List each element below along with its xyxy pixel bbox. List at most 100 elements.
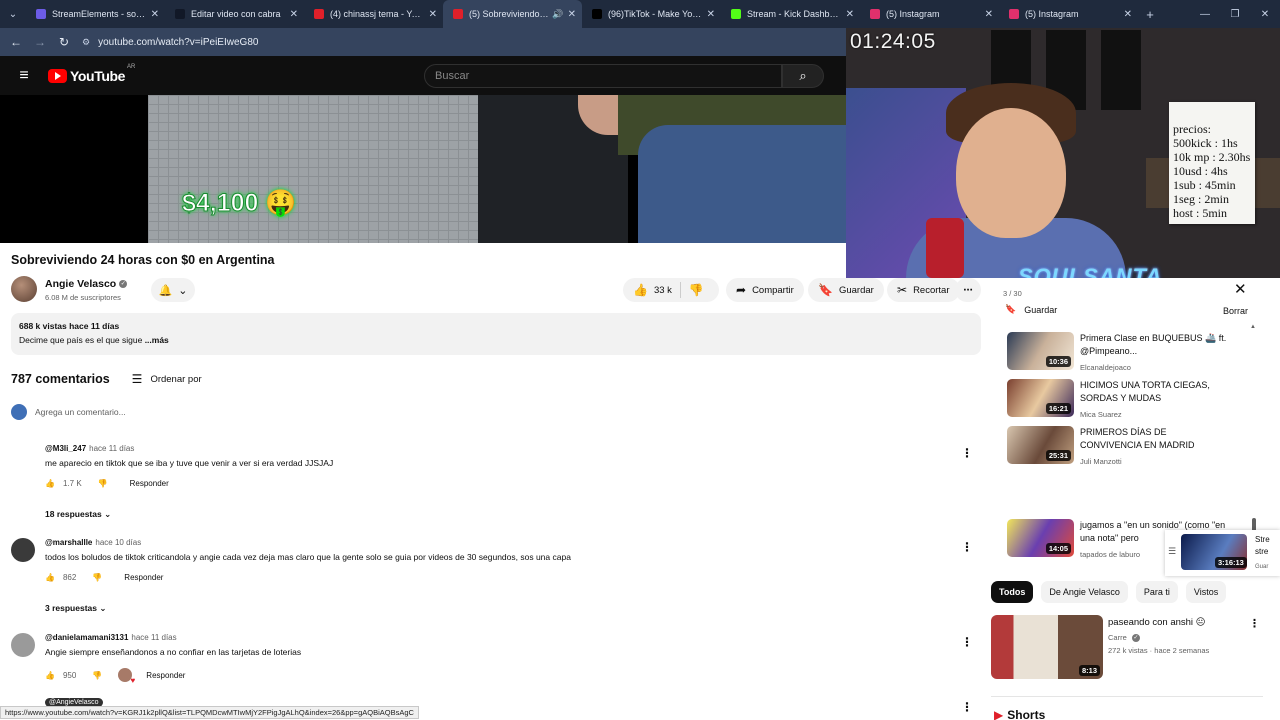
share-button[interactable]: ➦ Compartir xyxy=(726,278,804,302)
close-window-icon[interactable]: ✕ xyxy=(1250,9,1280,20)
like-icon[interactable]: 👍 xyxy=(633,283,648,297)
browser-tab[interactable]: (5) Sobreviviendo 24 h🔊 ✕ xyxy=(443,0,582,28)
playlist-panel: 3 / 30 ✕ 🔖 Guardar Borrar ▲ 10:36 Primera… xyxy=(991,278,1263,570)
playlist-item[interactable]: 16:21 HICIMOS UNA TORTA CIEGAS, SORDAS Y… xyxy=(1007,379,1257,421)
back-button[interactable]: ← xyxy=(4,35,28,49)
new-tab-button[interactable]: + xyxy=(1138,7,1162,22)
close-tab-icon[interactable]: ✕ xyxy=(707,9,715,20)
close-icon[interactable]: ✕ xyxy=(1234,280,1247,298)
commenter-avatar[interactable] xyxy=(11,538,35,562)
author-handle: @danielamamani3131 xyxy=(45,633,129,642)
channel-name[interactable]: Angie Velasco ✓ xyxy=(45,278,128,290)
commenter-avatar[interactable] xyxy=(11,444,35,468)
browser-tab[interactable]: (5) Instagram ✕ xyxy=(999,0,1138,28)
show-more-link[interactable]: ...más xyxy=(145,335,169,345)
reply-button[interactable]: Responder xyxy=(124,573,163,582)
recommended-menu-icon[interactable]: ⋮ xyxy=(1249,617,1260,630)
close-tab-icon[interactable]: ✕ xyxy=(568,9,576,20)
views-and-date: 688 k vistas hace 11 días xyxy=(19,321,120,331)
preview-title-line2: stre xyxy=(1255,547,1269,556)
reply-button[interactable]: Responder xyxy=(146,671,185,680)
like-icon[interactable]: 👍 xyxy=(45,479,55,488)
chip-all[interactable]: Todos xyxy=(991,581,1034,603)
close-tab-icon[interactable]: ✕ xyxy=(1124,9,1132,20)
microphone xyxy=(926,218,964,278)
comment-actions: 👍 862 👎 Responder xyxy=(45,573,163,582)
tab-title: (96)TikTok - Make Your D xyxy=(608,9,703,19)
comments-header: 787 comentarios ☰ Ordenar por xyxy=(11,372,202,386)
audio-playing-icon[interactable]: 🔊 xyxy=(552,9,563,20)
tab-search-icon[interactable]: ⌄ xyxy=(0,0,26,28)
comment-input[interactable]: Agrega un comentario... xyxy=(35,407,126,417)
like-icon[interactable]: 👍 xyxy=(45,671,55,680)
chevron-down-icon: ⌄ xyxy=(178,284,188,297)
dislike-icon[interactable]: 👎 xyxy=(92,671,102,680)
sort-button[interactable]: ☰ Ordenar por xyxy=(132,372,202,386)
commenter-avatar[interactable] xyxy=(11,633,35,657)
browser-tab[interactable]: StreamElements - soulsan ✕ xyxy=(26,0,165,28)
close-tab-icon[interactable]: ✕ xyxy=(846,9,854,20)
dislike-icon[interactable]: 👎 xyxy=(98,479,108,488)
show-replies-button[interactable]: 18 respuestas ⌄ xyxy=(45,509,111,520)
recommended-video[interactable]: 8:13 paseando con anshi 😐 Carre ✓ 272 k … xyxy=(991,615,1263,681)
reply-button[interactable]: Responder xyxy=(130,479,169,488)
url-text: youtube.com/watch?v=iPeiEIweG80 xyxy=(98,36,259,48)
shorts-icon: ▶ xyxy=(994,708,1004,720)
comment-menu-icon[interactable]: ⋮ xyxy=(961,700,973,714)
like-count[interactable]: 33 k xyxy=(654,285,672,296)
video-owner-row: Angie Velasco ✓ 6.08 M de suscriptores 🔔 ⌄… xyxy=(11,276,981,306)
url-field[interactable]: ⚙ youtube.com/watch?v=iPeiEIweG80 xyxy=(82,37,258,48)
browser-tab[interactable]: Stream - Kick Dashboard ✕ xyxy=(721,0,860,28)
forward-button[interactable]: → xyxy=(28,35,52,49)
scroll-up-icon[interactable]: ▲ xyxy=(1250,324,1256,330)
channel-avatar[interactable] xyxy=(11,276,37,302)
comment-author[interactable]: @danielamamani3131 hace 11 días xyxy=(45,633,177,642)
dislike-icon[interactable]: 👎 xyxy=(689,283,704,297)
chip-for-you[interactable]: Para ti xyxy=(1135,581,1178,603)
playlist-delete-button[interactable]: Borrar xyxy=(1223,306,1248,316)
search-button[interactable]: ⌕ xyxy=(782,64,824,88)
show-replies-button[interactable]: 3 respuestas ⌄ xyxy=(45,603,106,614)
browser-tab[interactable]: Editar video con cabra ✕ xyxy=(165,0,304,28)
save-button[interactable]: 🔖 Guardar xyxy=(808,278,884,302)
site-info-icon[interactable]: ⚙ xyxy=(82,37,90,48)
like-icon[interactable]: 👍 xyxy=(45,573,55,582)
browser-tab[interactable]: (5) Instagram ✕ xyxy=(860,0,999,28)
playlist-item[interactable]: 25:31 PRIMEROS DÍAS DE CONVIVENCIA EN MA… xyxy=(1007,426,1257,468)
comment-actions: 👍 1.7 K 👎 Responder xyxy=(45,479,169,488)
dislike-icon[interactable]: 👎 xyxy=(92,573,102,582)
chip-watched[interactable]: Vistos xyxy=(1185,581,1227,603)
browser-tab[interactable]: (4) chinassj tema - YouTub ✕ xyxy=(304,0,443,28)
comment-author[interactable]: @M3li_247 hace 11 días xyxy=(45,444,134,453)
browser-tab[interactable]: (96)TikTok - Make Your D ✕ xyxy=(582,0,721,28)
notifications-button[interactable]: 🔔 ⌄ xyxy=(151,278,195,302)
chip-from-channel[interactable]: De Angie Velasco xyxy=(1041,581,1128,603)
description-box[interactable]: 688 k vistas hace 11 días Decime que paí… xyxy=(11,313,981,355)
share-label: Compartir xyxy=(752,284,794,296)
close-tab-icon[interactable]: ✕ xyxy=(290,9,298,20)
search-input[interactable]: Buscar xyxy=(424,64,782,88)
comment-time: hace 11 días xyxy=(131,633,177,642)
youtube-logo[interactable]: YouTube AR xyxy=(48,64,135,84)
recommended-title: paseando con anshi 😐 xyxy=(1108,617,1206,628)
comment-menu-icon[interactable]: ⋮ xyxy=(961,446,973,460)
comment-author[interactable]: @marshallle hace 10 días xyxy=(45,538,141,547)
restore-icon[interactable]: ❐ xyxy=(1220,9,1250,20)
clip-button[interactable]: ✂ Recortar xyxy=(887,278,960,302)
playlist-save-button[interactable]: 🔖 Guardar xyxy=(1005,304,1057,315)
comment-menu-icon[interactable]: ⋮ xyxy=(961,635,973,649)
video-player[interactable]: $4,100 🤑 xyxy=(0,95,846,243)
comment-menu-icon[interactable]: ⋮ xyxy=(961,540,973,554)
close-tab-icon[interactable]: ✕ xyxy=(985,9,993,20)
duration-badge: 25:31 xyxy=(1045,450,1071,461)
more-actions-button[interactable]: ⋯ xyxy=(955,278,981,302)
duration-badge: 8:13 xyxy=(1079,665,1101,676)
dragged-video-preview[interactable]: ☰ 3:16:13 Stre stre Guar xyxy=(1165,530,1280,576)
playlist-item[interactable]: 10:36 Primera Clase en BUQUEBUS 🚢 ft. @P… xyxy=(1007,332,1257,374)
menu-icon[interactable]: ≡ xyxy=(0,67,48,85)
close-tab-icon[interactable]: ✕ xyxy=(151,9,159,20)
drag-handle-icon[interactable]: ☰ xyxy=(1168,546,1176,557)
close-tab-icon[interactable]: ✕ xyxy=(429,9,437,20)
minimize-icon[interactable]: — xyxy=(1190,9,1220,20)
reload-button[interactable]: ↻ xyxy=(52,35,76,49)
